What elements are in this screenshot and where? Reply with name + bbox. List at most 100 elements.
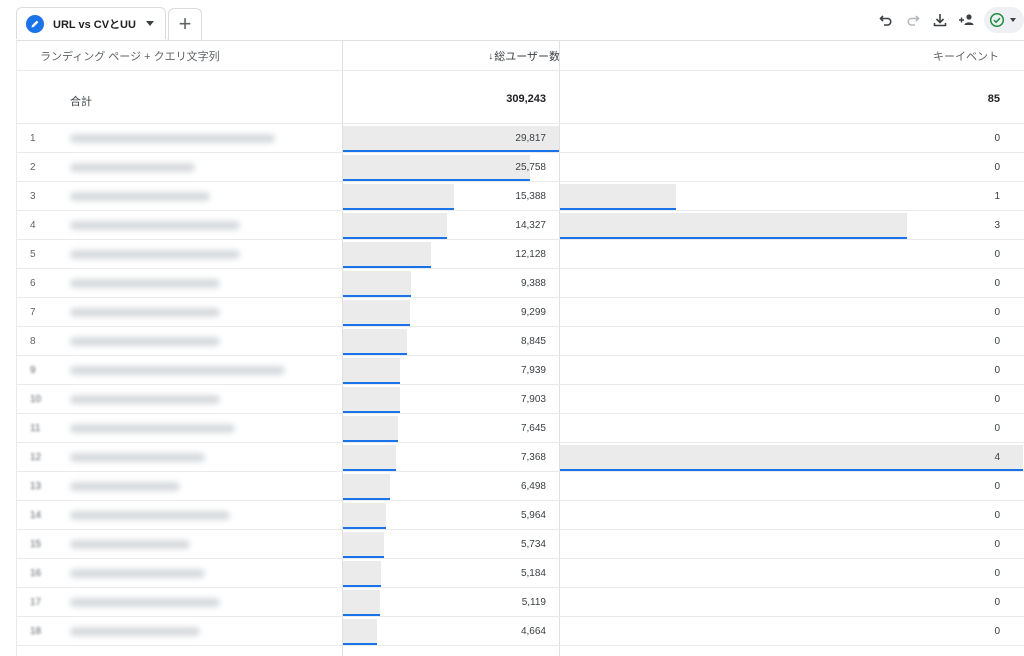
table-row[interactable]: 15 5,734 0 <box>17 530 1024 559</box>
users-value: 8,845 <box>520 336 546 347</box>
total-key-events: 85 <box>987 93 1000 105</box>
table-row[interactable]: 10 7,903 0 <box>17 385 1024 414</box>
table-row[interactable]: 3 15,388 1 <box>17 182 1024 211</box>
key-events-value: 0 <box>994 249 1000 260</box>
key-events-value: 0 <box>994 336 1000 347</box>
key-events-value: 0 <box>994 510 1000 521</box>
key-events-value: 0 <box>994 423 1000 434</box>
share-users-icon[interactable] <box>956 9 978 31</box>
blurred-landing-page[interactable] <box>70 134 275 143</box>
users-value: 7,903 <box>520 394 546 405</box>
total-label: 合計 <box>70 96 92 108</box>
table-row[interactable]: 1 29,817 0 <box>17 124 1024 153</box>
key-events-value: 0 <box>994 539 1000 550</box>
users-value: 5,964 <box>520 510 546 521</box>
undo-icon[interactable] <box>875 9 897 31</box>
row-number: 1 <box>30 133 36 144</box>
key-events-value: 0 <box>994 365 1000 376</box>
key-events-value: 0 <box>994 481 1000 492</box>
users-value: 4,664 <box>520 626 546 637</box>
table-row[interactable]: 17 5,119 0 <box>17 588 1024 617</box>
blurred-landing-page[interactable] <box>70 337 220 346</box>
download-icon[interactable] <box>929 9 951 31</box>
row-number: 3 <box>30 191 36 202</box>
table-row[interactable]: 7 9,299 0 <box>17 298 1024 327</box>
table-row[interactable]: 2 25,758 0 <box>17 153 1024 182</box>
blurred-landing-page[interactable] <box>70 540 190 549</box>
users-value: 15,388 <box>515 191 546 202</box>
users-value: 5,119 <box>521 597 546 608</box>
key-events-value: 0 <box>994 133 1000 144</box>
key-events-value: 0 <box>994 394 1000 405</box>
key-events-value: 0 <box>994 162 1000 173</box>
row-number: 9 <box>30 365 36 376</box>
table-row[interactable]: 8 8,845 0 <box>17 327 1024 356</box>
row-number: 8 <box>30 336 36 347</box>
table-row[interactable]: 5 12,128 0 <box>17 240 1024 269</box>
users-value: 9,388 <box>520 278 546 289</box>
blurred-landing-page[interactable] <box>70 163 195 172</box>
key-events-value: 0 <box>994 626 1000 637</box>
report-table: ランディング ページ + クエリ文字列 ↓ 総ユーザー数 キーイベント 合計 3… <box>16 40 1024 656</box>
row-number: 4 <box>30 220 36 231</box>
total-users: 309,243 <box>506 93 546 105</box>
key-events-value: 0 <box>994 278 1000 289</box>
table-row[interactable]: 9 7,939 0 <box>17 356 1024 385</box>
table-row[interactable]: 13 6,498 0 <box>17 472 1024 501</box>
users-value: 5,184 <box>520 568 546 579</box>
key-events-header[interactable]: キーイベント <box>560 41 999 71</box>
blurred-landing-page[interactable] <box>70 366 285 375</box>
table-row[interactable]: 16 5,184 0 <box>17 559 1024 588</box>
users-value: 7,939 <box>520 365 546 376</box>
row-number: 15 <box>30 539 42 550</box>
table-row[interactable]: 14 5,964 0 <box>17 501 1024 530</box>
add-tab-button[interactable]: + <box>168 8 202 40</box>
blurred-landing-page[interactable] <box>70 453 205 462</box>
blurred-landing-page[interactable] <box>70 221 240 230</box>
row-number: 12 <box>30 452 42 463</box>
key-events-value: 4 <box>994 452 1000 463</box>
blurred-landing-page[interactable] <box>70 250 240 259</box>
report-tab[interactable]: URL vs CVとUU <box>16 7 166 39</box>
blurred-landing-page[interactable] <box>70 308 220 317</box>
header-divider <box>17 70 1024 71</box>
blurred-landing-page[interactable] <box>70 395 220 404</box>
table-row[interactable]: 11 7,645 0 <box>17 414 1024 443</box>
row-number: 17 <box>30 597 42 608</box>
users-header[interactable]: ↓ 総ユーザー数 <box>343 41 560 71</box>
dimension-header[interactable]: ランディング ページ + クエリ文字列 <box>40 41 220 71</box>
table-row[interactable]: 12 7,368 4 <box>17 443 1024 472</box>
row-number: 16 <box>30 568 42 579</box>
blurred-landing-page[interactable] <box>70 569 205 578</box>
row-number: 10 <box>30 394 42 405</box>
row-number: 14 <box>30 510 42 521</box>
table-row[interactable]: 6 9,388 0 <box>17 269 1024 298</box>
chevron-down-icon[interactable] <box>145 21 154 26</box>
row-number: 7 <box>30 307 36 318</box>
table-row[interactable]: 18 4,664 0 <box>17 617 1024 646</box>
check-status-button[interactable] <box>984 7 1024 33</box>
check-circle-icon <box>989 12 1005 28</box>
pencil-icon[interactable] <box>26 14 44 33</box>
key-events-value: 1 <box>994 191 1000 202</box>
sort-arrow-icon: ↓ <box>488 50 494 62</box>
key-events-value: 3 <box>994 220 1000 231</box>
users-value: 25,758 <box>515 162 546 173</box>
blurred-landing-page[interactable] <box>70 279 220 288</box>
row-number: 13 <box>30 481 42 492</box>
users-value: 6,498 <box>520 481 546 492</box>
blurred-landing-page[interactable] <box>70 192 210 201</box>
blurred-landing-page[interactable] <box>70 424 235 433</box>
users-value: 14,327 <box>515 220 546 231</box>
blurred-landing-page[interactable] <box>70 482 180 491</box>
blurred-landing-page[interactable] <box>70 627 200 636</box>
redo-icon[interactable] <box>902 9 924 31</box>
plus-icon: + <box>178 10 192 36</box>
blurred-landing-page[interactable] <box>70 511 230 520</box>
users-value: 9,299 <box>520 307 546 318</box>
report-toolbar <box>870 6 1024 34</box>
blurred-landing-page[interactable] <box>70 598 220 607</box>
row-number: 5 <box>30 249 36 260</box>
table-row[interactable]: 4 14,327 3 <box>17 211 1024 240</box>
row-number: 11 <box>30 423 41 434</box>
